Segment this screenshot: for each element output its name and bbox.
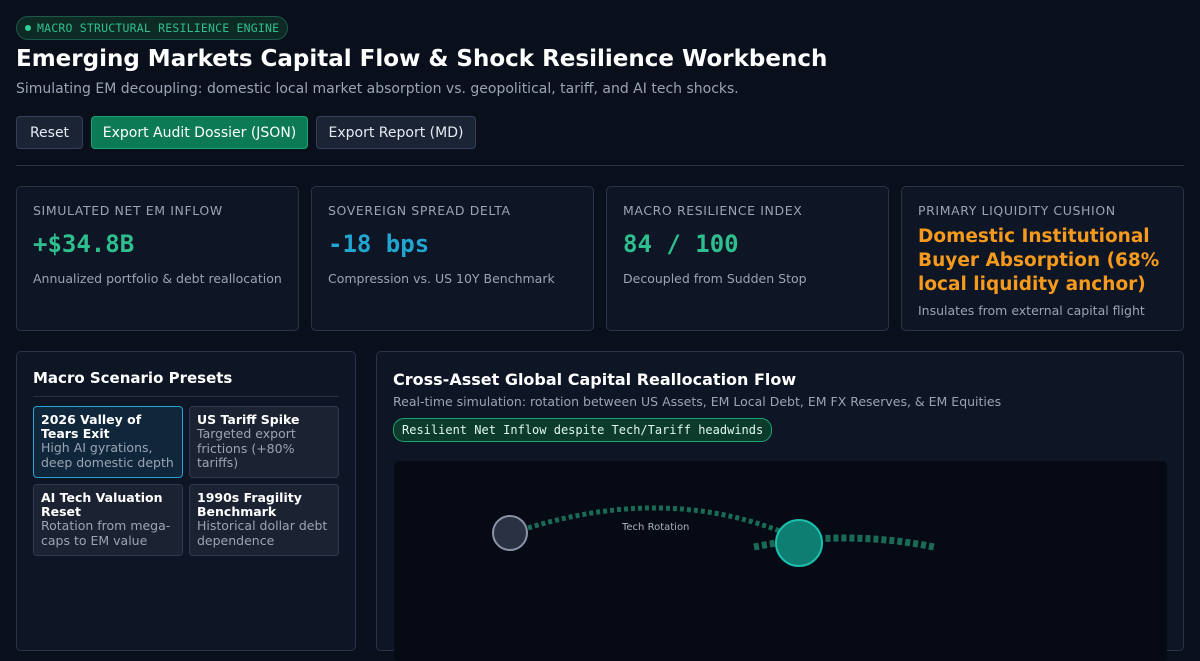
kpi-resilience-index: MACRO RESILIENCE INDEX 84 / 100 Decouple…: [606, 186, 889, 331]
kpi-value: -18 bps: [328, 230, 430, 258]
page-title: Emerging Markets Capital Flow & Shock Re…: [16, 46, 828, 72]
flow-canvas: Tech Rotation: [394, 461, 1167, 661]
flow-subtitle: Real-time simulation: rotation between U…: [393, 394, 1002, 409]
kpi-sovereign-spread: SOVEREIGN SPREAD DELTA -18 bps Compressi…: [311, 186, 594, 331]
export-json-button[interactable]: Export Audit Dossier (JSON): [91, 116, 308, 149]
preset-name: 1990s Fragility Benchmark: [197, 490, 302, 519]
preset-ai-valuation-reset[interactable]: AI Tech Valuation Reset Rotation from me…: [33, 484, 183, 556]
capital-flow-panel: Cross-Asset Global Capital Reallocation …: [376, 351, 1184, 661]
kpi-note: Annualized portfolio & debt reallocation: [33, 271, 282, 286]
us-assets-node[interactable]: [492, 515, 528, 551]
header-divider: [16, 165, 1184, 166]
preset-valley-of-tears[interactable]: 2026 Valley of Tears Exit High AI gyrati…: [33, 406, 183, 478]
preset-us-tariff-spike[interactable]: US Tariff Spike Targeted export friction…: [189, 406, 339, 478]
preset-desc: Historical dollar debt dependence: [197, 518, 328, 548]
kpi-value: +$34.8B: [33, 230, 135, 258]
em-local-debt-node[interactable]: [775, 519, 823, 567]
kpi-note: Insulates from external capital flight: [918, 303, 1145, 318]
scenario-presets-panel: Macro Scenario Presets 2026 Valley of Te…: [16, 351, 356, 651]
engine-badge: MACRO STRUCTURAL RESILIENCE ENGINE: [16, 16, 289, 40]
kpi-note: Compression vs. US 10Y Benchmark: [328, 271, 555, 286]
preset-desc: Rotation from mega-caps to EM value: [41, 518, 171, 548]
kpi-note: Decoupled from Sudden Stop: [623, 271, 807, 286]
kpi-label: PRIMARY LIQUIDITY CUSHION: [918, 203, 1116, 218]
flow-diagram: Tech Rotation: [492, 505, 935, 567]
preset-desc: Targeted export frictions (+80% tariffs): [197, 426, 296, 470]
edge-label-tech-rotation: Tech Rotation: [621, 522, 689, 533]
kpi-liquidity-cushion: PRIMARY LIQUIDITY CUSHION Domestic Insti…: [901, 186, 1184, 331]
kpi-label: SIMULATED NET EM INFLOW: [33, 203, 223, 218]
kpi-net-em-inflow: SIMULATED NET EM INFLOW +$34.8B Annualiz…: [16, 186, 299, 331]
preset-name: 2026 Valley of Tears Exit: [41, 412, 142, 441]
preset-name: AI Tech Valuation Reset: [41, 490, 163, 519]
page-subtitle: Simulating EM decoupling: domestic local…: [16, 81, 739, 97]
flow-status-pill: Resilient Net Inflow despite Tech/Tariff…: [393, 418, 773, 442]
kpi-value: 84 / 100: [623, 230, 739, 258]
engine-badge-label: MACRO STRUCTURAL RESILIENCE ENGINE: [37, 21, 280, 35]
preset-desc: High AI gyrations, deep domestic depth: [41, 440, 174, 470]
reset-button[interactable]: Reset: [16, 116, 83, 149]
kpi-value: Domestic Institutional Buyer Absorption …: [918, 226, 1160, 295]
kpi-label: SOVEREIGN SPREAD DELTA: [328, 203, 511, 218]
preset-name: US Tariff Spike: [197, 412, 300, 427]
preset-1990s-fragility[interactable]: 1990s Fragility Benchmark Historical dol…: [189, 484, 339, 556]
status-dot-icon: [25, 25, 31, 31]
presets-title: Macro Scenario Presets: [33, 369, 233, 387]
flow-title: Cross-Asset Global Capital Reallocation …: [393, 370, 797, 389]
export-md-button[interactable]: Export Report (MD): [316, 116, 476, 149]
presets-divider: [33, 396, 339, 397]
kpi-label: MACRO RESILIENCE INDEX: [623, 203, 803, 218]
